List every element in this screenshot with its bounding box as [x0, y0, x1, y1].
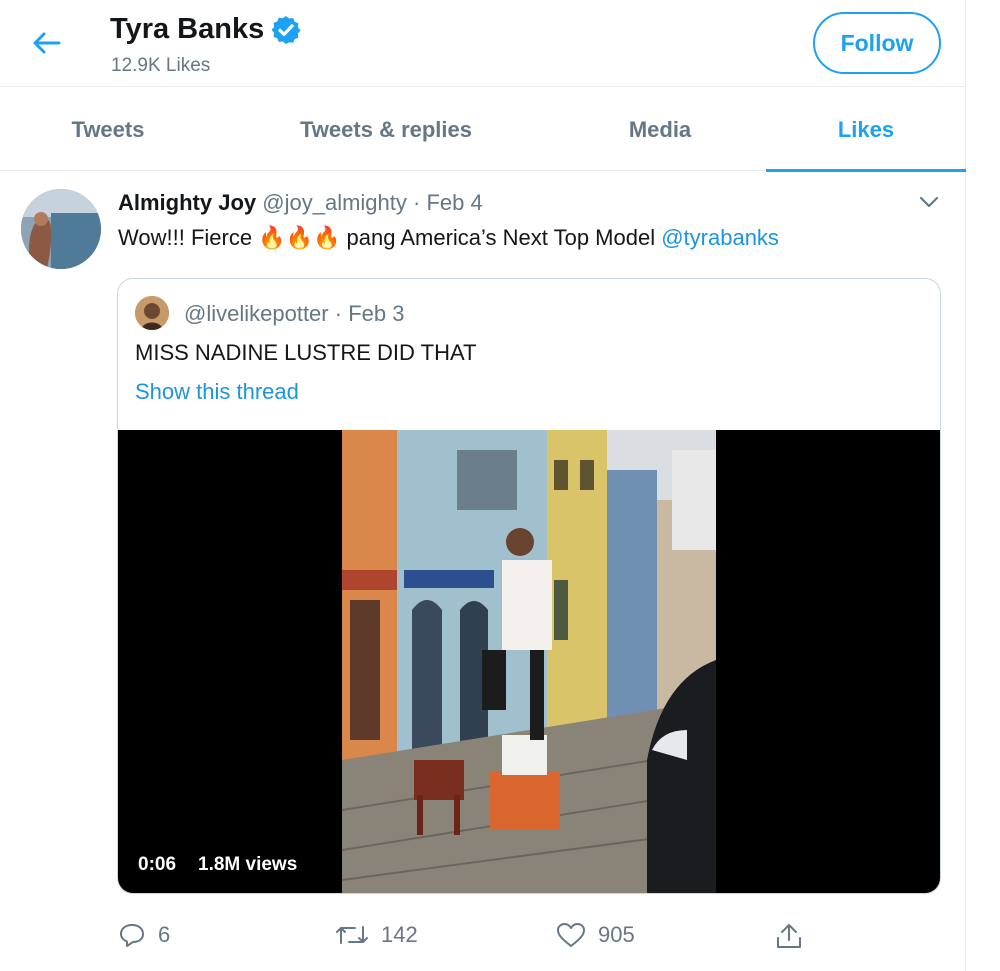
mention-link[interactable]: @tyrabanks — [661, 225, 779, 250]
share-button[interactable] — [774, 922, 816, 950]
profile-name-text: Tyra Banks — [110, 13, 265, 45]
video-views-badge: 1.8M views — [190, 847, 306, 882]
like-button[interactable]: 905 — [556, 922, 635, 948]
tab-media[interactable]: Media — [556, 88, 764, 171]
retweet-button[interactable]: 142 — [335, 922, 418, 948]
profile-name: Tyra Banks — [110, 13, 302, 46]
profile-header: Tyra Banks 12.9K Likes Follow — [0, 0, 966, 87]
avatar-image — [21, 189, 101, 269]
back-arrow-icon — [33, 32, 61, 54]
quoted-handle: @livelikepotter — [184, 301, 329, 326]
verified-badge-icon — [271, 15, 301, 44]
tweet[interactable]: Almighty Joy @joy_almighty · Feb 4 Wow!!… — [0, 172, 966, 971]
follow-button[interactable]: Follow — [813, 12, 941, 74]
quoted-tweet[interactable]: @livelikepotter · Feb 3 MISS NADINE LUST… — [117, 278, 941, 894]
video-duration-badge: 0:06 — [130, 847, 185, 882]
profile-column: Tyra Banks 12.9K Likes Follow Tweets Twe… — [0, 0, 966, 971]
show-thread-link[interactable]: Show this thread — [135, 379, 299, 405]
tweet-text-after: pang America’s Next Top Model — [346, 225, 656, 250]
quoted-avatar — [135, 296, 169, 330]
reply-button[interactable]: 6 — [118, 922, 170, 948]
quoted-separator: · — [334, 301, 343, 326]
video-frame — [342, 430, 716, 893]
tab-likes[interactable]: Likes — [766, 88, 966, 172]
quoted-text: MISS NADINE LUSTRE DID THAT — [135, 340, 477, 365]
author-name[interactable]: Almighty Joy — [118, 190, 256, 215]
tab-tweets[interactable]: Tweets — [0, 88, 216, 171]
retweet-count: 142 — [381, 922, 418, 947]
quoted-avatar-image — [135, 296, 169, 330]
tweet-header: Almighty Joy @joy_almighty · Feb 4 — [118, 190, 483, 216]
likes-count: 12.9K Likes — [111, 55, 211, 76]
author-handle[interactable]: @joy_almighty — [262, 190, 407, 215]
tweet-text: Wow!!! Fierce 🔥🔥🔥 pang America’s Next To… — [118, 225, 779, 251]
separator-dot: · — [413, 190, 421, 215]
profile-tabs: Tweets Tweets & replies Media Likes — [0, 88, 966, 172]
retweet-icon — [336, 926, 368, 944]
reply-count: 6 — [158, 922, 171, 947]
like-icon — [557, 923, 585, 947]
avatar[interactable] — [21, 189, 101, 269]
share-icon — [777, 924, 801, 948]
fire-emoji: 🔥🔥🔥 — [258, 225, 341, 250]
tweet-text-before: Wow!!! Fierce — [118, 225, 253, 250]
back-button[interactable] — [26, 26, 66, 60]
quoted-date: Feb 3 — [348, 301, 405, 326]
reply-icon — [120, 924, 144, 947]
tweet-date[interactable]: Feb 4 — [426, 190, 482, 215]
chevron-down-icon[interactable] — [917, 192, 941, 212]
like-count: 905 — [598, 922, 635, 947]
video-player[interactable]: 0:06 1.8M views — [118, 430, 940, 893]
tab-tweets-replies[interactable]: Tweets & replies — [216, 88, 556, 171]
quoted-header: @livelikepotter · Feb 3 — [184, 301, 404, 327]
